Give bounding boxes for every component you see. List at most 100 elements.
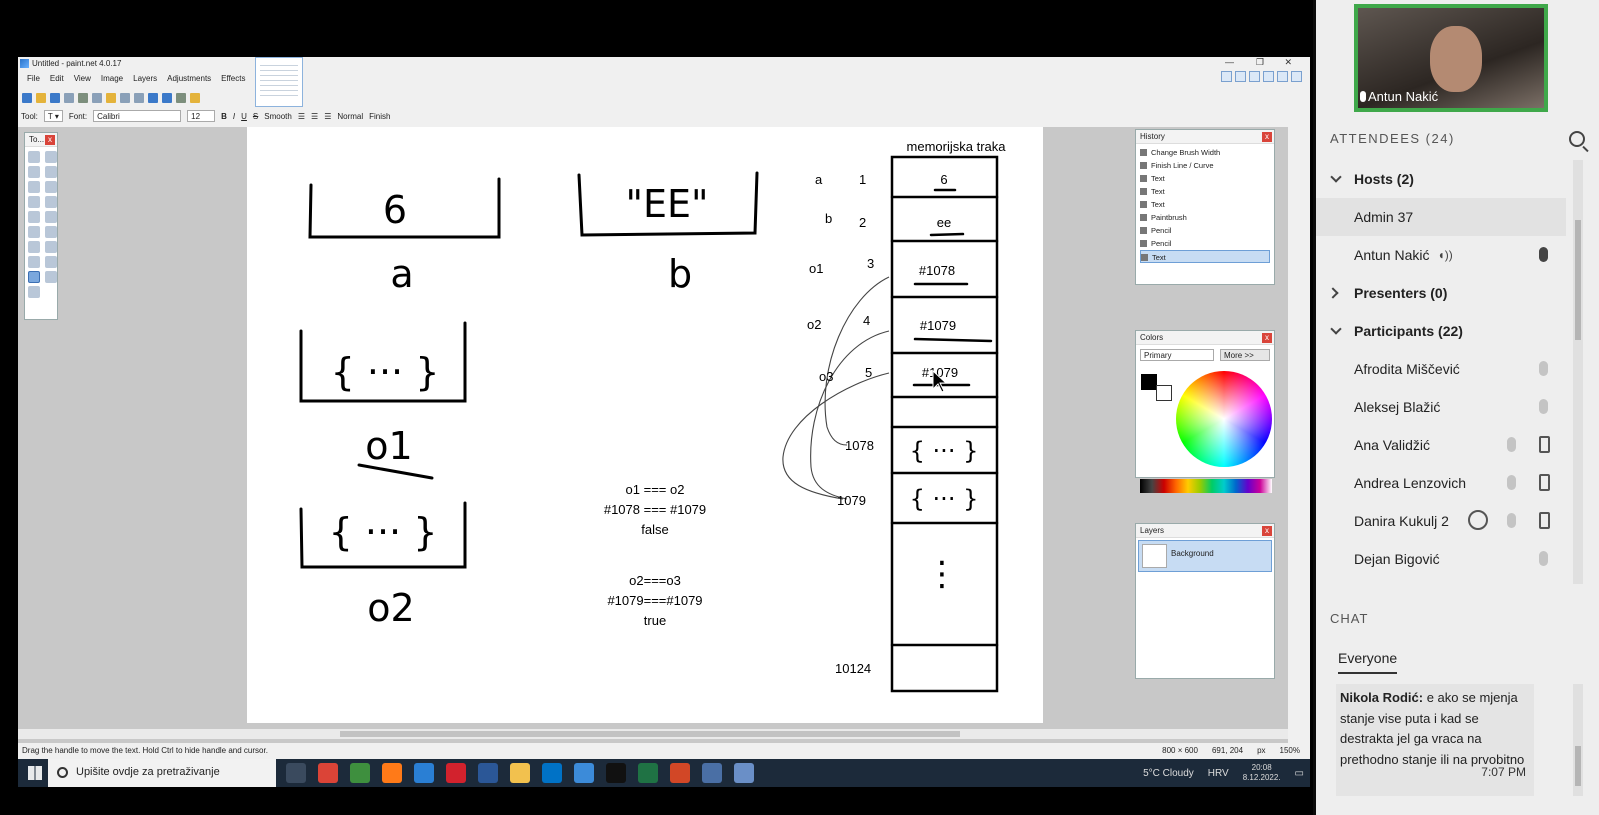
restore-icon[interactable]: ❐ [1256, 57, 1264, 68]
attendee-row[interactable]: Dejan Bigović [1316, 540, 1566, 578]
powerpoint-icon[interactable] [670, 763, 690, 783]
attendee-row[interactable]: Andrea Lenzovich [1316, 464, 1566, 502]
grid-icon[interactable] [176, 93, 186, 103]
minimize-icon[interactable]: — [1225, 57, 1234, 67]
excel-icon[interactable] [638, 763, 658, 783]
menu-adjustments[interactable]: Adjustments [167, 74, 211, 87]
rectangle-select-icon[interactable] [28, 151, 40, 163]
vscode-icon[interactable] [414, 763, 434, 783]
color-picker-icon[interactable] [45, 241, 57, 253]
recolor-icon[interactable] [45, 256, 57, 268]
line-curve-icon[interactable] [45, 271, 57, 283]
print-icon[interactable] [64, 93, 74, 103]
history-toggle-icon[interactable] [1235, 71, 1246, 82]
color-palette[interactable] [1140, 479, 1272, 493]
primary-select[interactable]: Primary [1140, 349, 1214, 361]
close-icon[interactable]: x [1262, 526, 1272, 536]
more-button[interactable]: More >> [1220, 349, 1270, 361]
help-icon[interactable] [1291, 71, 1302, 82]
undo-icon[interactable] [148, 93, 158, 103]
language[interactable]: HRV [1208, 768, 1229, 779]
history-item[interactable]: Pencil [1140, 224, 1270, 237]
gradient-icon[interactable] [45, 211, 57, 223]
history-item[interactable]: Finish Line / Curve [1140, 159, 1270, 172]
mic-muted-icon[interactable] [1539, 361, 1548, 376]
image-thumbnail[interactable] [255, 57, 303, 107]
chat-tab-everyone[interactable]: Everyone [1338, 650, 1398, 674]
outlook-icon[interactable] [542, 763, 562, 783]
align-center-icon[interactable]: ☰ [311, 112, 318, 121]
close-icon[interactable]: x [45, 135, 55, 145]
close-icon[interactable]: ✕ [1284, 57, 1292, 68]
font-select[interactable]: Calibri [93, 110, 182, 122]
history-item[interactable]: Text [1140, 172, 1270, 185]
smoothing-select[interactable]: Smooth [264, 112, 292, 121]
history-item[interactable]: Text [1140, 198, 1270, 211]
terminal-icon[interactable] [606, 763, 626, 783]
attendee-row[interactable]: Afrodita Miščević [1316, 350, 1566, 388]
zoom-icon[interactable] [45, 181, 57, 193]
open-icon[interactable] [36, 93, 46, 103]
history-item[interactable]: Paintbrush [1140, 211, 1270, 224]
drawing-canvas[interactable]: 6 a "EE" b { ··· } o1 { ··· } o2 o1 === … [247, 127, 1043, 723]
settings-icon[interactable] [1277, 71, 1288, 82]
pan-icon[interactable] [45, 196, 57, 208]
chat-scrollbar[interactable] [1573, 684, 1583, 796]
mic-icon[interactable] [1539, 247, 1548, 262]
group-hosts[interactable]: Hosts (2) [1316, 160, 1566, 198]
lasso-icon[interactable] [28, 166, 40, 178]
eraser-icon[interactable] [45, 226, 57, 238]
strikethrough-button[interactable]: S [253, 112, 258, 121]
underline-button[interactable]: U [241, 112, 247, 121]
app-icon[interactable] [574, 763, 594, 783]
history-item[interactable]: Pencil [1140, 237, 1270, 250]
ellipse-select-icon[interactable] [28, 181, 40, 193]
menu-effects[interactable]: Effects [221, 74, 245, 87]
tools-toggle-icon[interactable] [1221, 71, 1232, 82]
firefox-icon[interactable] [382, 763, 402, 783]
layer-background[interactable]: Background [1138, 540, 1272, 572]
word-icon[interactable] [478, 763, 498, 783]
primary-color-swatch[interactable] [1141, 374, 1157, 390]
search-icon[interactable] [1569, 131, 1585, 147]
video-tile[interactable]: Antun Nakić [1354, 4, 1548, 112]
menu-layers[interactable]: Layers [133, 74, 157, 87]
mic-muted-icon[interactable] [1539, 399, 1548, 414]
paintbrush-icon[interactable] [28, 226, 40, 238]
finish-button[interactable]: Finish [369, 112, 390, 121]
horizontal-scrollbar[interactable] [18, 729, 1288, 739]
bold-button[interactable]: B [221, 112, 227, 121]
attendee-row[interactable]: Danira Kukulj 2 [1316, 502, 1566, 540]
text-tool-icon[interactable] [28, 271, 40, 283]
notifications-icon[interactable]: ▭ [1295, 768, 1304, 779]
attendee-scrollbar[interactable] [1573, 160, 1583, 584]
windows-start-icon[interactable] [28, 766, 42, 780]
move-selection-icon[interactable] [45, 166, 57, 178]
bucket-icon[interactable] [28, 211, 40, 223]
mic-muted-icon[interactable] [1507, 513, 1516, 528]
paste-icon[interactable] [106, 93, 116, 103]
close-icon[interactable]: x [1262, 333, 1272, 343]
mic-muted-icon[interactable] [1539, 551, 1548, 566]
history-item[interactable]: Change Brush Width [1140, 146, 1270, 159]
new-icon[interactable] [22, 93, 32, 103]
menu-view[interactable]: View [74, 74, 91, 87]
attendee-row[interactable]: Admin 37 [1316, 198, 1566, 236]
attendee-row[interactable]: Antun Nakić ◖)) [1316, 236, 1566, 274]
group-participants[interactable]: Participants (22) [1316, 312, 1566, 350]
blend-mode-select[interactable]: Normal [337, 112, 363, 121]
attendee-row[interactable]: Aleksej Blažić [1316, 388, 1566, 426]
ruler-icon[interactable] [190, 93, 200, 103]
shapes-icon[interactable] [28, 286, 40, 298]
font-size-select[interactable]: 12 [187, 110, 216, 122]
task-view-icon[interactable] [286, 763, 306, 783]
align-left-icon[interactable]: ☰ [298, 112, 305, 121]
colors-toggle-icon[interactable] [1263, 71, 1274, 82]
move-icon[interactable] [45, 151, 57, 163]
pencil-icon[interactable] [28, 241, 40, 253]
history-item-selected[interactable]: Text [1140, 250, 1270, 263]
group-presenters[interactable]: Presenters (0) [1316, 274, 1566, 312]
copy-icon[interactable] [92, 93, 102, 103]
file-explorer-icon[interactable] [510, 763, 530, 783]
paintnet-taskbar-icon[interactable] [734, 763, 754, 783]
